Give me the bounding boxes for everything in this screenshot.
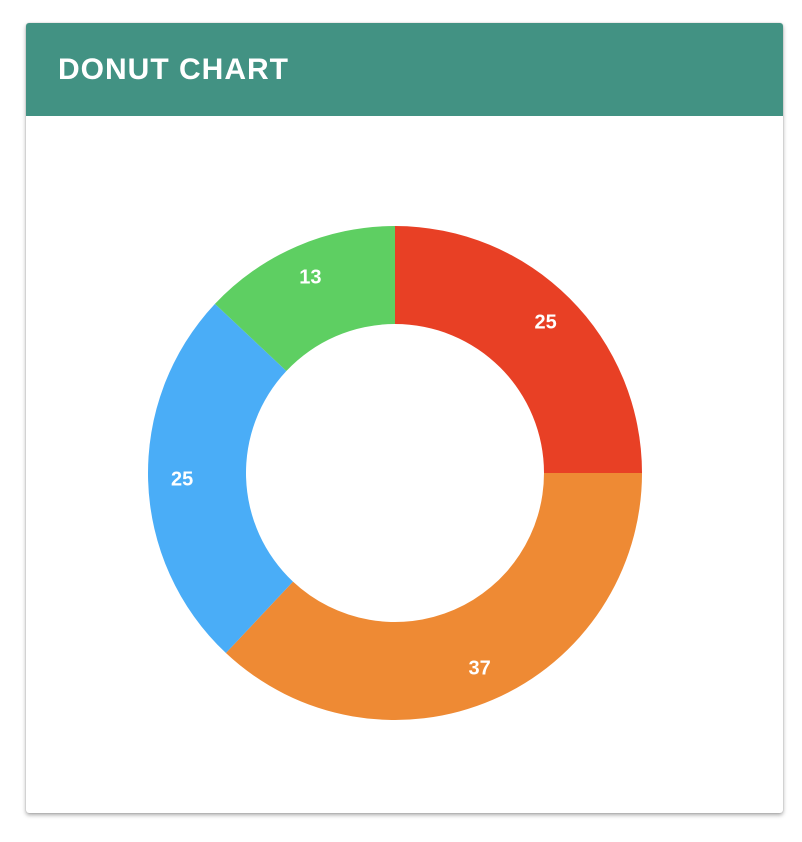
slice-label-1: 25 <box>534 311 556 333</box>
slice-label-4: 13 <box>299 267 321 289</box>
donut-slice-1[interactable] <box>395 226 642 473</box>
panel-header: DONUT CHART <box>26 23 783 116</box>
panel-body: 25 37 25 13 <box>26 116 783 813</box>
donut-chart-panel: DONUT CHART 25 37 25 13 <box>26 23 783 813</box>
panel-title: DONUT CHART <box>58 52 289 86</box>
slice-label-3: 25 <box>171 469 193 491</box>
slice-label-2: 37 <box>468 657 490 679</box>
donut-chart: 25 37 25 13 <box>148 226 642 721</box>
donut-slice-2[interactable] <box>225 473 642 721</box>
